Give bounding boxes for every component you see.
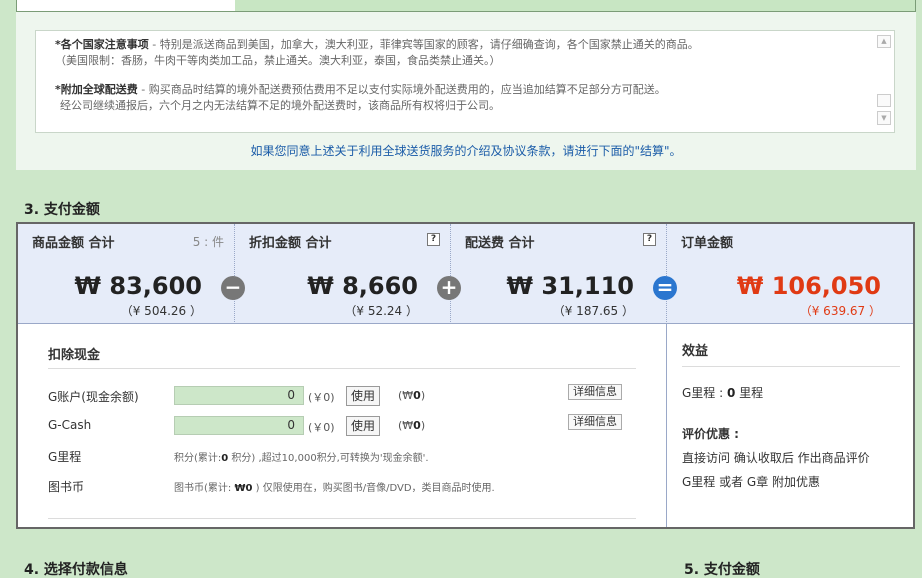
note-suffix: 积分) ,超过10,000积分,可转换为'现金余额'.	[228, 453, 429, 464]
goods-count: 5 : 件	[192, 235, 224, 249]
balance-suffix: )	[420, 389, 426, 402]
g-cash-cny: (￥0)	[308, 421, 335, 434]
discount-total-cny: （¥ 52.24 ）	[344, 304, 418, 318]
balance-value: 0	[413, 419, 421, 432]
discount-total-cell: 折扣金额 合计 ? ₩ 8,660 （¥ 52.24 ）	[235, 224, 450, 324]
g-account-cny: (￥0)	[308, 391, 335, 404]
extra-fee-text: - 购买商品时结算的境外配送费预估费用不足以支付实际境外配送费用的，应当追加结算…	[137, 83, 666, 96]
section-5-title: 5. 支付金额	[684, 562, 760, 578]
agree-instruction: 如果您同意上述关于利用全球送货服务的介绍及协议条款，请进行下面的"结算"。	[250, 144, 682, 158]
order-total-amount: ₩ 106,050	[736, 272, 881, 300]
g-account-detail-button[interactable]: 详细信息	[568, 384, 622, 400]
order-total-cny: （¥ 639.67 ）	[799, 304, 881, 318]
goods-total-cell: 商品金额 合计 5 : 件 ₩ 83,600 （¥ 504.26 ）	[18, 224, 234, 324]
shipping-total-amount: ₩ 31,110	[506, 272, 634, 300]
order-total-label: 订单金额	[681, 236, 734, 251]
amount-summary-bar: 商品金额 合计 5 : 件 ₩ 83,600 （¥ 504.26 ） − 折扣金…	[18, 224, 913, 324]
goods-total-amount: ₩ 83,600	[74, 272, 202, 300]
book-coin-label: 图书币	[48, 480, 85, 494]
country-notice-paragraph: *各个国家注意事项 - 特别是派送商品到美国，加拿大，澳大利亚，菲律宾等国家的顾…	[55, 37, 855, 69]
vertical-divider	[666, 324, 667, 527]
extra-fee-title: *附加全球配送费	[55, 83, 138, 96]
balance-suffix: )	[420, 419, 426, 432]
section-divider	[682, 366, 900, 367]
note-value: ₩0	[234, 483, 253, 494]
note-suffix: ) 仅限使用在，购买图书/音像/DVD，类目商品时使用.	[252, 483, 495, 494]
discount-total-label: 折扣金额 合计	[249, 236, 332, 251]
balance-prefix: (₩	[398, 389, 414, 402]
g-mileage-label: G里程	[48, 450, 82, 464]
book-coin-note: 图书币(累计: ₩0 ) 仅限使用在，购买图书/音像/DVD，类目商品时使用.	[174, 479, 495, 494]
g-cash-input[interactable]: 0	[174, 416, 304, 435]
review-benefit-line1: 直接访问 确认收取后 作出商品评价	[682, 451, 870, 465]
cash-deduction-section: 扣除现金 G账户(现金余额) 0 (￥0) 使用 (₩0) 详细信息 G-Cas…	[48, 336, 636, 522]
section-4-title: 4. 选择付款信息	[24, 562, 128, 578]
discount-help-icon[interactable]: ?	[427, 233, 440, 246]
payment-amount-panel: 商品金额 合计 5 : 件 ₩ 83,600 （¥ 504.26 ） − 折扣金…	[16, 222, 915, 529]
g-cash-detail-button[interactable]: 详细信息	[568, 414, 622, 430]
g-mileage-note: 积分(累计:0 积分) ,超过10,000积分,可转换为'现金余额'.	[174, 449, 429, 464]
scroll-down-arrow-icon[interactable]: ▼	[877, 111, 891, 125]
cash-deduction-title: 扣除现金	[48, 348, 101, 363]
country-notice-detail: （美国限制：香肠，牛肉干等肉类加工品，禁止通关。澳大利亚，泰国，食品类禁止通关。…	[55, 54, 501, 67]
mileage-benefit: G里程 : 0 里程	[682, 384, 763, 401]
shipping-total-cell: 配送费 合计 ? ₩ 31,110 （¥ 187.65 ）	[451, 224, 666, 324]
mileage-suffix: 里程	[735, 386, 764, 400]
g-cash-use-button[interactable]: 使用	[346, 416, 380, 436]
shipping-total-label: 配送费 合计	[465, 236, 535, 251]
balance-value: 0	[413, 389, 421, 402]
g-account-use-button[interactable]: 使用	[346, 386, 380, 406]
section-divider	[48, 368, 636, 369]
g-account-balance: (₩0)	[398, 389, 425, 402]
goods-total-label: 商品金额 合计	[32, 236, 115, 251]
g-cash-label: G-Cash	[48, 418, 92, 432]
mileage-prefix: G里程 :	[682, 386, 727, 400]
benefits-section: 效益 G里程 : 0 里程 评价优惠 : 直接访问 确认收取后 作出商品评价 G…	[682, 324, 912, 524]
goods-total-cny: （¥ 504.26 ）	[120, 304, 202, 318]
shipping-help-icon[interactable]: ?	[643, 233, 656, 246]
country-notice-title: *各个国家注意事项	[55, 38, 149, 51]
g-account-label: G账户(现金余额)	[48, 390, 139, 404]
extra-fee-paragraph: *附加全球配送费 - 购买商品时结算的境外配送费预估费用不足以支付实际境外配送费…	[55, 82, 855, 114]
previous-section-strip	[16, 0, 916, 12]
note-prefix: 图书币(累计:	[174, 483, 235, 494]
note-prefix: 积分(累计:	[174, 453, 222, 464]
review-benefit-title: 评价优惠 :	[682, 427, 739, 441]
country-notice-text: - 特别是派送商品到美国，加拿大，澳大利亚，菲律宾等国家的顾客，请仔细确查询，各…	[148, 38, 699, 51]
section-3-title: 3. 支付金额	[24, 202, 100, 218]
strip-green-area	[235, 0, 915, 11]
review-benefit-line2: G里程 或者 G章 附加优惠	[682, 475, 821, 489]
extra-fee-detail: 经公司继续通报后，六个月之内无法结算不足的境外配送费时，该商品所有权将归于公司。	[60, 99, 500, 112]
g-account-input[interactable]: 0	[174, 386, 304, 405]
global-shipping-notice: *各个国家注意事项 - 特别是派送商品到美国，加拿大，澳大利亚，菲律宾等国家的顾…	[16, 12, 916, 170]
balance-prefix: (₩	[398, 419, 414, 432]
scrollbar-thumb[interactable]	[877, 94, 891, 107]
g-cash-balance: (₩0)	[398, 419, 425, 432]
notice-textarea[interactable]: *各个国家注意事项 - 特别是派送商品到美国，加拿大，澳大利亚，菲律宾等国家的顾…	[35, 30, 895, 133]
shipping-total-cny: （¥ 187.65 ）	[552, 304, 634, 318]
discount-total-amount: ₩ 8,660	[307, 272, 418, 300]
order-total-cell: 订单金额 ₩ 106,050 （¥ 639.67 ）	[667, 224, 913, 324]
section-divider	[48, 518, 636, 519]
benefits-title: 效益	[682, 344, 709, 359]
scroll-up-arrow-icon[interactable]: ▲	[877, 35, 891, 48]
